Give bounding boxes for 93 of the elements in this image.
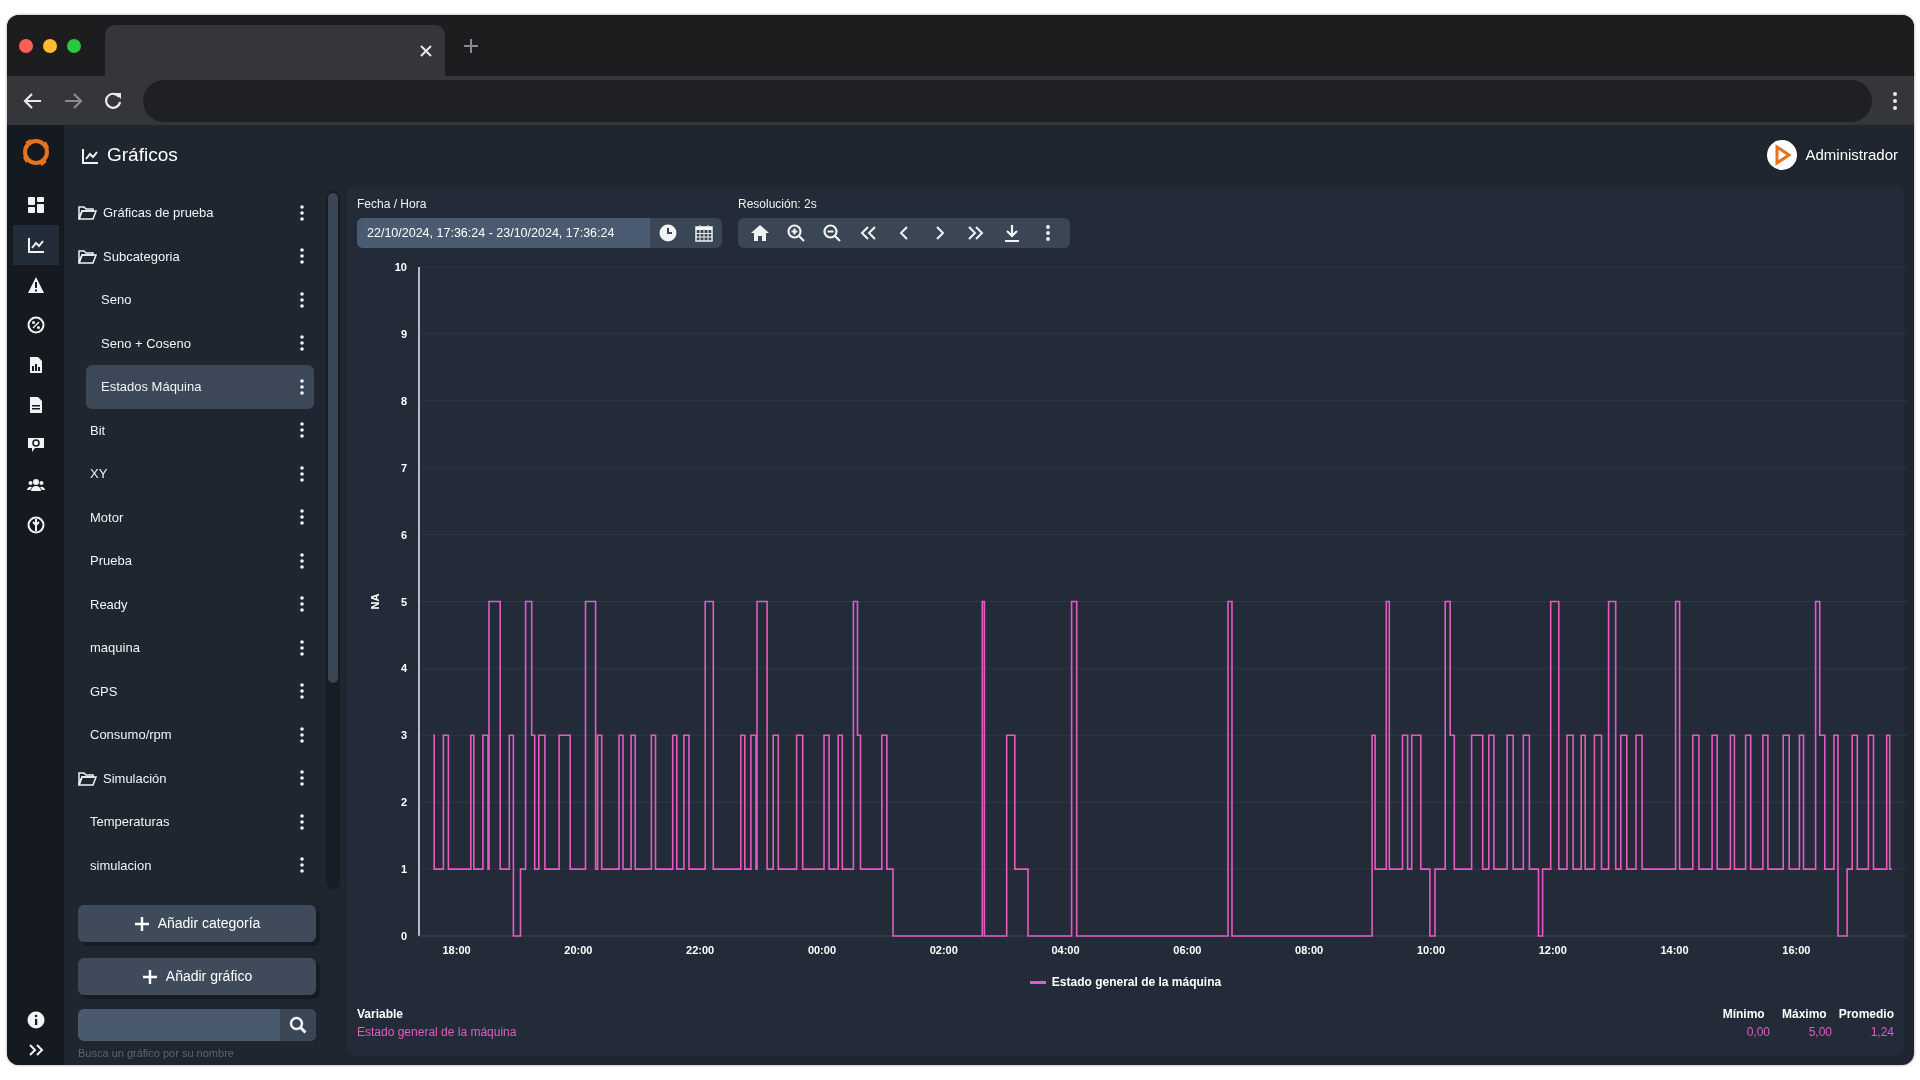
kebab-menu-icon[interactable]: [300, 509, 304, 526]
kebab-menu-icon[interactable]: [300, 248, 304, 265]
reload-icon[interactable]: [103, 90, 123, 111]
table-cell-text: Estado general de la máquina: [357, 1024, 518, 1041]
menu-icon[interactable]: [1892, 90, 1898, 111]
axis-label: 16:00: [1782, 944, 1811, 956]
kebab-menu-icon[interactable]: [300, 422, 304, 439]
tree-item[interactable]: Ready: [78, 582, 314, 626]
table-cell-text: 5,00: [1807, 1024, 1832, 1041]
kebab-menu-icon[interactable]: [300, 639, 304, 656]
logo-icon: [20, 137, 51, 167]
tree-item[interactable]: Motor: [78, 495, 314, 539]
tree-item[interactable]: XY: [78, 452, 314, 496]
kebab-menu-icon[interactable]: [300, 726, 304, 743]
kebab-menu-icon[interactable]: [300, 813, 304, 830]
axis-label: 00:00: [807, 944, 836, 956]
search-icon: [289, 1016, 307, 1034]
kebab-menu-icon[interactable]: [300, 552, 304, 569]
maximize-window-button[interactable]: [67, 38, 81, 53]
close-window-button[interactable]: [19, 38, 33, 53]
axis-label: 12:00: [1538, 944, 1567, 956]
minimize-window-button[interactable]: [43, 38, 57, 53]
resolution-label: Resolución: 2s: [738, 196, 818, 213]
axis-label: 5: [400, 595, 407, 608]
search-hint: Busca un gráfico por su nombre: [78, 1046, 235, 1061]
axis-label: 08:00: [1295, 944, 1324, 956]
axis-label: 22:00: [686, 944, 715, 956]
kebab-menu-icon[interactable]: [300, 770, 304, 787]
tree-item[interactable]: Seno + Coseno: [86, 321, 314, 365]
tree-item[interactable]: maquina: [78, 626, 314, 670]
tree-item[interactable]: Consumo/rpm: [78, 713, 314, 757]
kebab-menu-icon[interactable]: [300, 378, 304, 395]
table-cell-text: 0,00: [1745, 1024, 1770, 1041]
tree-item[interactable]: Seno: [86, 278, 314, 322]
axis-label: 06:00: [1173, 944, 1202, 956]
tree-item[interactable]: Bit: [78, 408, 314, 452]
user-name[interactable]: Administrador: [1805, 143, 1898, 167]
axis-label: 20:00: [564, 944, 593, 956]
axis-title: NA: [369, 593, 381, 610]
column-header: Mínimo: [1721, 1006, 1765, 1023]
table-cell-text: 1,24: [1869, 1024, 1894, 1041]
kebab-menu-icon[interactable]: [300, 204, 304, 221]
folder-label: Subcategoria: [103, 247, 180, 266]
close-icon[interactable]: [419, 43, 433, 58]
line-chart-icon[interactable]: [12, 225, 59, 265]
back-icon[interactable]: [23, 90, 43, 111]
axis-label: 10:00: [1416, 944, 1445, 956]
kebab-menu-icon[interactable]: [300, 291, 304, 308]
tree-item[interactable]: GPS: [78, 669, 314, 713]
scrollbar[interactable]: [326, 191, 340, 889]
info-icon: [26, 1011, 45, 1029]
kebab-menu-icon[interactable]: [300, 335, 304, 352]
new-tab-icon[interactable]: [463, 37, 479, 54]
legend-label[interactable]: Estado general de la máquina: [1051, 973, 1222, 991]
plus-icon: [133, 915, 150, 932]
axis-label: 1: [400, 863, 407, 876]
column-header: Máximo: [1780, 1006, 1827, 1023]
axis-label: 4: [400, 662, 407, 675]
axis-label: 14:00: [1660, 944, 1689, 956]
avatar-icon: [1767, 140, 1798, 170]
expand-icon[interactable]: [27, 1043, 44, 1057]
folder-label: Simulación: [103, 769, 167, 788]
search-field[interactable]: [78, 1009, 316, 1041]
tree-item[interactable]: simulacion: [78, 843, 314, 887]
line-chart-icon: [81, 146, 99, 165]
kebab-menu-icon[interactable]: [300, 857, 304, 874]
tree-item[interactable]: Temperaturas: [78, 800, 314, 844]
axis-label: 04:00: [1051, 944, 1080, 956]
page-title: Gráficos: [107, 142, 178, 167]
axis-label: 2: [400, 796, 407, 809]
axis-label: 9: [400, 327, 407, 340]
date-range-field[interactable]: 22/10/2024, 17:36:24 - 23/10/2024, 17:36:24: [357, 218, 650, 248]
field-label: Fecha / Hora: [357, 196, 428, 213]
axis-label: 6: [400, 528, 407, 541]
column-header: Variable: [357, 1006, 405, 1023]
axis-label: 02:00: [929, 944, 958, 956]
kebab-menu-icon[interactable]: [300, 683, 304, 700]
axis-label: 7: [400, 461, 407, 474]
search-button[interactable]: [280, 1009, 316, 1041]
tree-item[interactable]: Estados Máquina: [86, 365, 314, 409]
kebab-menu-icon[interactable]: [300, 596, 304, 613]
axis-label: 10: [394, 261, 407, 273]
axis-label: 0: [400, 930, 407, 942]
axis-label: 8: [400, 394, 407, 407]
kebab-menu-icon[interactable]: [300, 465, 304, 482]
tree-item[interactable]: Prueba: [78, 539, 314, 583]
axis-label: 3: [400, 729, 407, 742]
column-header: Promedio: [1838, 1006, 1894, 1023]
forward-icon[interactable]: [63, 90, 83, 111]
legend-swatch: [1029, 980, 1046, 984]
plus-icon: [141, 968, 158, 985]
folder-label: Gráficas de prueba: [103, 204, 214, 222]
axis-label: 18:00: [442, 944, 471, 956]
